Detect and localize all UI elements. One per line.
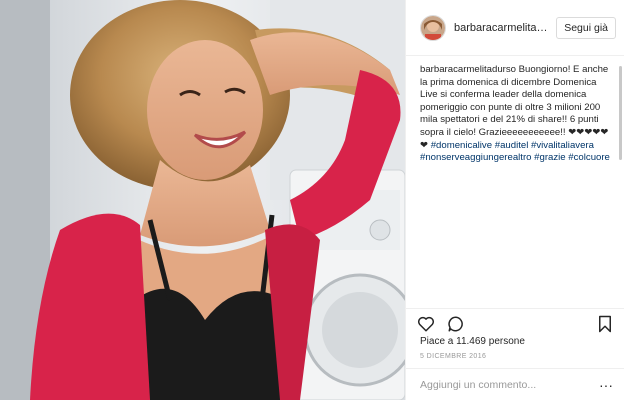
caption-text: Buongiorno! E anche la prima domenica di… <box>420 64 609 151</box>
hashtag-link[interactable]: #domenicalive <box>431 140 492 151</box>
hashtag-link[interactable]: #grazie <box>534 152 565 163</box>
action-bar <box>406 308 624 338</box>
likes-count[interactable]: Piace a 11.469 persone <box>420 336 525 347</box>
avatar[interactable] <box>420 14 446 41</box>
more-options-icon[interactable]: ··· <box>599 377 613 393</box>
follow-button[interactable]: Segui già <box>556 16 616 39</box>
post-side-panel: barbaracarmelitadurso Segui già barbarac… <box>405 0 624 400</box>
hashtag-list: #domenicalive #auditel #vivalitaliavera … <box>420 140 610 164</box>
post-photo[interactable] <box>0 0 405 400</box>
caption-username[interactable]: barbaracarmelitadurso <box>420 64 516 75</box>
hashtag-link[interactable]: #auditel <box>495 140 529 151</box>
comment-bar: ··· <box>406 368 624 400</box>
hashtag-link[interactable]: #vivalitaliavera <box>531 140 594 151</box>
post-date[interactable]: 5 DICEMBRE 2016 <box>420 353 486 360</box>
instagram-post: barbaracarmelitadurso Segui già barbarac… <box>0 0 624 400</box>
comment-bubble-icon[interactable] <box>446 314 466 334</box>
avatar-image <box>421 15 445 40</box>
heart-icon[interactable] <box>416 314 436 334</box>
caption: barbaracarmelitadurso Buongiorno! E anch… <box>420 64 610 304</box>
caption-scrollbar[interactable] <box>619 66 622 160</box>
post-image <box>0 0 405 400</box>
bookmark-icon[interactable] <box>595 314 615 334</box>
hashtag-link[interactable]: #colcuore <box>568 152 610 163</box>
comment-input[interactable] <box>420 378 599 391</box>
post-header: barbaracarmelitadurso Segui già <box>406 0 624 56</box>
hashtag-link[interactable]: #nonserveaggiungerealtro <box>420 152 531 163</box>
post-username[interactable]: barbaracarmelitadurso <box>454 22 550 34</box>
